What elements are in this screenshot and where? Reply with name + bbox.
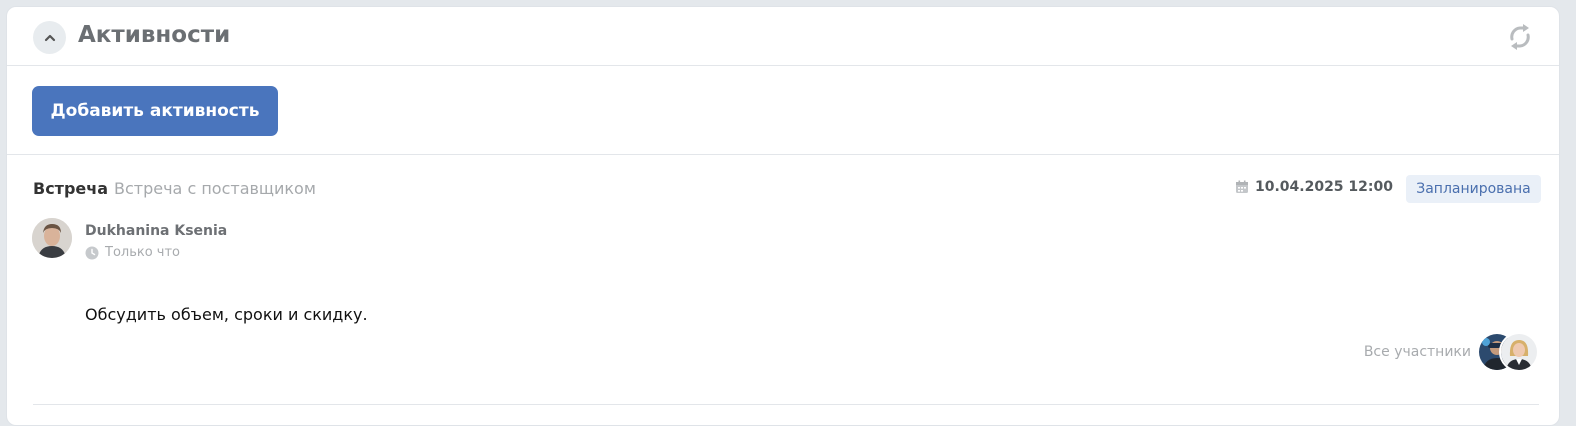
participants-avatars[interactable] [1477, 332, 1539, 372]
participant-avatar[interactable] [1499, 332, 1539, 372]
calendar-icon [1235, 180, 1248, 193]
author-avatar-image [32, 218, 72, 258]
activity-divider [33, 404, 1539, 405]
author-name[interactable]: Dukhanina Ksenia [85, 223, 227, 239]
participant-avatar-image [1501, 334, 1537, 370]
activity-subject: Встреча с поставщиком [114, 179, 316, 198]
toolbar: Добавить активность [7, 66, 1559, 155]
panel-title: Активности [78, 22, 231, 48]
activity-item: Встреча Встреча с поставщиком 10.04.2025… [7, 155, 1559, 415]
time-ago: Только что [105, 245, 181, 260]
participants-label[interactable]: Все участники [1364, 344, 1471, 360]
collapse-button[interactable] [33, 21, 66, 54]
activities-panel: Активности Добавить активность Встреча В… [6, 6, 1560, 426]
activity-description: Обсудить объем, сроки и скидку. [85, 305, 368, 324]
activity-date: 10.04.2025 12:00 [1254, 179, 1393, 195]
activity-time-group: Только что [85, 245, 180, 260]
refresh-icon [1510, 24, 1530, 50]
activity-date-group: 10.04.2025 12:00 [1235, 179, 1393, 195]
add-activity-button[interactable]: Добавить активность [32, 86, 278, 136]
activity-type: Встреча [33, 179, 109, 198]
status-badge: Запланирована [1406, 175, 1541, 203]
refresh-button[interactable] [1505, 22, 1535, 52]
author-avatar[interactable] [32, 218, 72, 258]
clock-icon [85, 246, 99, 259]
panel-header: Активности [7, 7, 1559, 66]
chevron-up-icon [44, 34, 55, 41]
